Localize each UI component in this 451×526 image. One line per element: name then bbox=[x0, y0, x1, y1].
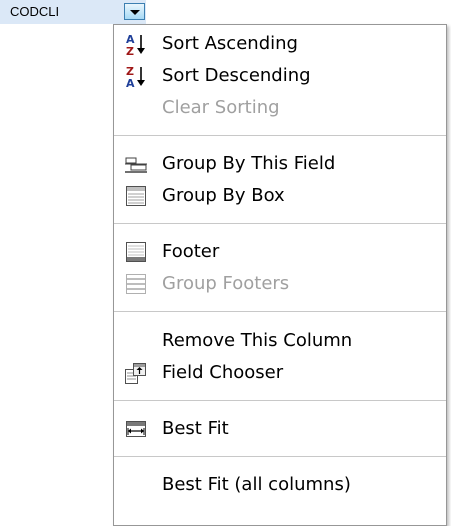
menu-separator bbox=[114, 223, 446, 224]
menu-item-label: Sort Descending bbox=[162, 65, 311, 86]
menu-item-group-footers[interactable]: Group Footers bbox=[114, 268, 446, 300]
menu-separator bbox=[114, 135, 446, 136]
menu-item-group-by-box[interactable]: Group By Box bbox=[114, 180, 446, 212]
column-context-menu: A Z Sort Ascending Z A Sort Descending C… bbox=[113, 24, 447, 526]
footer-icon bbox=[124, 240, 148, 264]
menu-item-best-fit-all-columns[interactable]: Best Fit (all columns) bbox=[114, 469, 446, 501]
menu-item-label: Sort Ascending bbox=[162, 33, 298, 54]
menu-item-label: Group Footers bbox=[162, 273, 290, 294]
sort-ascending-icon: A Z bbox=[124, 32, 148, 56]
menu-separator bbox=[114, 311, 446, 312]
menu-item-sort-ascending[interactable]: A Z Sort Ascending bbox=[114, 28, 446, 60]
menu-item-label: Footer bbox=[162, 241, 220, 262]
menu-item-remove-this-column[interactable]: Remove This Column bbox=[114, 325, 446, 357]
menu-item-label: Group By This Field bbox=[162, 153, 336, 174]
group-by-box-icon bbox=[124, 184, 148, 208]
best-fit-icon bbox=[124, 417, 148, 441]
field-chooser-icon bbox=[124, 361, 148, 385]
menu-item-label: Field Chooser bbox=[162, 362, 284, 383]
column-header[interactable]: CODCLI bbox=[0, 0, 146, 24]
svg-text:Z: Z bbox=[126, 45, 134, 56]
menu-item-best-fit[interactable]: Best Fit bbox=[114, 413, 446, 445]
chevron-down-icon bbox=[130, 10, 140, 15]
menu-item-label: Group By Box bbox=[162, 185, 285, 206]
column-header-label: CODCLI bbox=[10, 4, 60, 19]
menu-item-clear-sorting[interactable]: Clear Sorting bbox=[114, 92, 446, 124]
menu-item-footer[interactable]: Footer bbox=[114, 236, 446, 268]
menu-item-label: Best Fit (all columns) bbox=[162, 474, 351, 495]
sort-descending-icon: Z A bbox=[124, 64, 148, 88]
menu-item-label: Best Fit bbox=[162, 418, 229, 439]
column-dropdown-button[interactable] bbox=[124, 3, 145, 20]
group-by-field-icon bbox=[124, 152, 148, 176]
menu-item-field-chooser[interactable]: Field Chooser bbox=[114, 357, 446, 389]
svg-text:A: A bbox=[126, 77, 135, 88]
menu-item-group-by-this-field[interactable]: Group By This Field bbox=[114, 148, 446, 180]
menu-separator bbox=[114, 456, 446, 457]
group-footers-icon bbox=[124, 272, 148, 296]
menu-item-sort-descending[interactable]: Z A Sort Descending bbox=[114, 60, 446, 92]
menu-item-label: Clear Sorting bbox=[162, 97, 280, 118]
menu-separator bbox=[114, 400, 446, 401]
menu-item-label: Remove This Column bbox=[162, 330, 353, 351]
